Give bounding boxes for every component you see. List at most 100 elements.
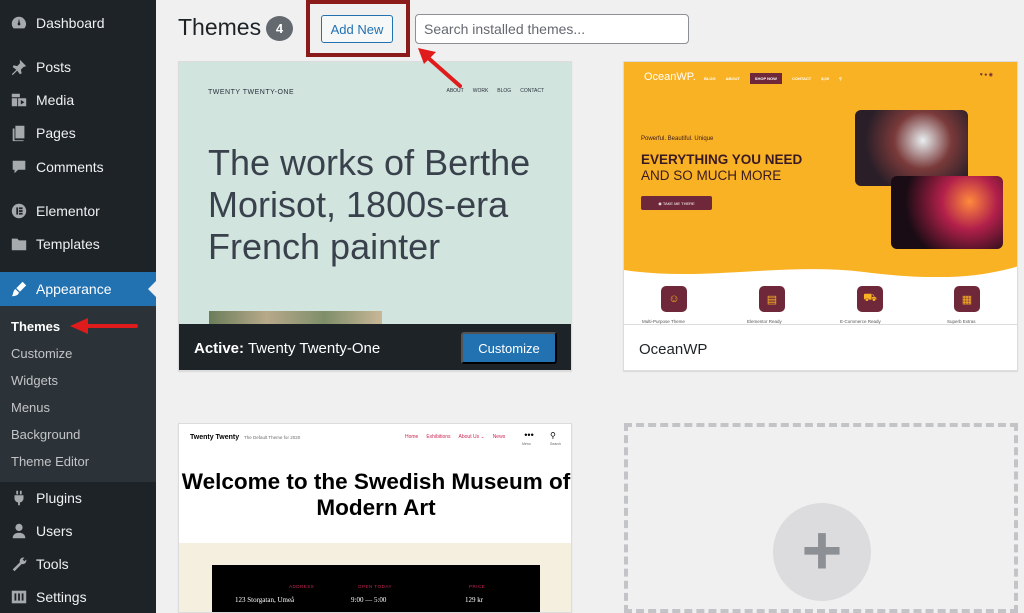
sidebar-item-label: Templates	[36, 236, 100, 252]
annotation-arrow-themes	[70, 318, 138, 334]
sidebar-item-label: Settings	[36, 589, 87, 605]
preview-info-block	[212, 565, 540, 612]
puzzle-icon: ▦	[954, 286, 980, 312]
active-theme-name: Active: Twenty Twenty-One	[194, 340, 380, 357]
smile-icon: ☺	[661, 286, 687, 312]
preview-nav-item: Home	[405, 434, 419, 440]
preview-menu-label: Menu	[522, 442, 531, 446]
add-theme-button[interactable]: +	[773, 503, 871, 601]
dashboard-icon	[9, 13, 29, 33]
customize-button[interactable]: Customize	[461, 332, 557, 364]
sidebar-item-elementor[interactable]: Elementor	[0, 194, 156, 228]
submenu-widgets[interactable]: Widgets	[11, 373, 58, 388]
theme-card-oceanwp[interactable]: OceanWP. BLOG ABOUT SHOP NOW CONTACT $,0…	[623, 61, 1018, 371]
add-new-theme-card[interactable]: +	[624, 423, 1018, 613]
sidebar-item-plugins[interactable]: Plugins	[0, 481, 156, 515]
sidebar-item-settings[interactable]: Settings	[0, 580, 156, 613]
sidebar-item-label: Pages	[36, 125, 76, 141]
preview-hero-text: The works of Berthe Morisot, 1800s-era F…	[208, 142, 531, 267]
preview-painting-image	[209, 311, 382, 325]
sidebar-item-label: Users	[36, 523, 73, 539]
page-title: Themes	[178, 14, 262, 40]
sidebar-item-label: Comments	[36, 159, 104, 175]
preview-fireworks-image	[891, 176, 1003, 249]
sidebar-item-label: Appearance	[36, 281, 112, 297]
settings-icon	[9, 587, 29, 607]
preview-shop-button: SHOP NOW	[749, 73, 782, 84]
preview-heading: Welcome to the Swedish Museum of Modern …	[181, 469, 571, 520]
preview-column-heading: ADDRESS	[289, 584, 315, 589]
wrench-icon	[9, 554, 29, 574]
preview-tagline: Powerful. Beautiful. Unique	[641, 136, 714, 142]
preview-column-value: 129 kr	[465, 596, 484, 604]
sidebar-item-label: Dashboard	[36, 15, 105, 31]
preview-header: Twenty Twenty The Default Theme for 2020…	[179, 424, 571, 454]
sidebar-item-posts[interactable]: Posts	[0, 50, 156, 84]
preview-cta-button: ◉ TAKE ME THERE	[641, 196, 712, 210]
theme-screenshot[interactable]: TWENTY TWENTY-ONE ABOUT WORK BLOG CONTAC…	[179, 62, 571, 325]
preview-site-title: TWENTY TWENTY-ONE	[208, 89, 295, 96]
preview-column-value: 9:00 — 5:00	[351, 596, 387, 604]
sidebar-item-dashboard[interactable]: Dashboard	[0, 6, 156, 40]
brush-icon	[9, 279, 29, 299]
preview-column-heading: PRICE	[469, 584, 486, 589]
preview-menu-icon: •••	[524, 430, 534, 440]
preview-nav-item: CONTACT	[791, 76, 812, 81]
preview-nav-item: ABOUT	[725, 76, 740, 81]
active-indicator	[148, 281, 156, 297]
search-input[interactable]	[415, 14, 689, 44]
sidebar-item-label: Plugins	[36, 490, 82, 506]
preview-nav-item: Exhibitions	[426, 434, 451, 440]
theme-name-bar: OceanWP	[624, 324, 1017, 370]
sidebar-item-media[interactable]: Media	[0, 83, 156, 117]
theme-count-badge: 4	[266, 16, 293, 41]
preview-nav-item: CONTACT	[520, 88, 544, 94]
theme-card-twenty-twenty[interactable]: Twenty Twenty The Default Theme for 2020…	[178, 423, 572, 613]
preview-column-value: 123 Storgatan, Umeå	[235, 596, 295, 604]
submenu-customize[interactable]: Customize	[11, 346, 72, 361]
id-card-icon: ▤	[759, 286, 785, 312]
theme-card-twenty-twenty-one[interactable]: TWENTY TWENTY-ONE ABOUT WORK BLOG CONTAC…	[178, 61, 572, 371]
sidebar-item-label: Elementor	[36, 203, 100, 219]
sidebar-item-tools[interactable]: Tools	[0, 547, 156, 581]
theme-active-bar: Active: Twenty Twenty-One Customize	[179, 324, 571, 370]
preview-cart: $,00	[821, 76, 830, 81]
add-new-button[interactable]: Add New	[321, 15, 393, 43]
theme-screenshot[interactable]: OceanWP. BLOG ABOUT SHOP NOW CONTACT $,0…	[624, 62, 1017, 324]
sidebar-item-comments[interactable]: Comments	[0, 150, 156, 184]
users-icon	[9, 521, 29, 541]
sidebar-item-label: Tools	[36, 556, 69, 572]
sidebar-item-templates[interactable]: Templates	[0, 227, 156, 261]
cart-icon: ⛟	[857, 286, 883, 312]
theme-name: Twenty Twenty-One	[247, 340, 381, 357]
sidebar-item-appearance[interactable]: Appearance	[0, 272, 156, 306]
preview-logo: OceanWP.	[644, 71, 696, 83]
media-icon	[9, 90, 29, 110]
preview-nav: BLOG ABOUT SHOP NOW CONTACT $,00 ⚲	[704, 73, 842, 84]
active-label: Active:	[194, 340, 245, 357]
submenu-background[interactable]: Background	[11, 427, 80, 442]
pin-icon	[9, 57, 29, 77]
sidebar-item-label: Posts	[36, 59, 72, 75]
submenu-themes[interactable]: Themes	[11, 319, 60, 334]
preview-social-icons: ♥ ● ◉	[979, 72, 993, 78]
preview-nav: Home Exhibitions About Us ⌄ News	[405, 434, 505, 440]
submenu-theme-editor[interactable]: Theme Editor	[11, 454, 89, 469]
pages-icon	[9, 123, 29, 143]
submenu-menus[interactable]: Menus	[11, 400, 50, 415]
preview-site-description: The Default Theme for 2020	[244, 435, 301, 440]
annotation-arrow-add-new	[418, 48, 462, 88]
preview-hero-section: OceanWP. BLOG ABOUT SHOP NOW CONTACT $,0…	[624, 62, 1017, 277]
sidebar-item-users[interactable]: Users	[0, 514, 156, 548]
admin-sidebar: Dashboard Posts Media Pages Comments Ele…	[0, 0, 156, 613]
preview-site-title: Twenty Twenty	[190, 434, 240, 441]
preview-heading: EVERYTHING YOU NEED	[641, 152, 803, 167]
preview-nav-item: WORK	[472, 88, 489, 94]
preview-nav-item: BLOG	[497, 88, 512, 94]
preview-search-icon: ⚲	[550, 431, 556, 440]
preview-column-heading: OPEN TODAY	[358, 584, 393, 589]
sidebar-item-pages[interactable]: Pages	[0, 116, 156, 150]
preview-nav-item: News	[492, 434, 506, 440]
theme-name: OceanWP	[639, 341, 708, 358]
plugin-icon	[9, 488, 29, 508]
